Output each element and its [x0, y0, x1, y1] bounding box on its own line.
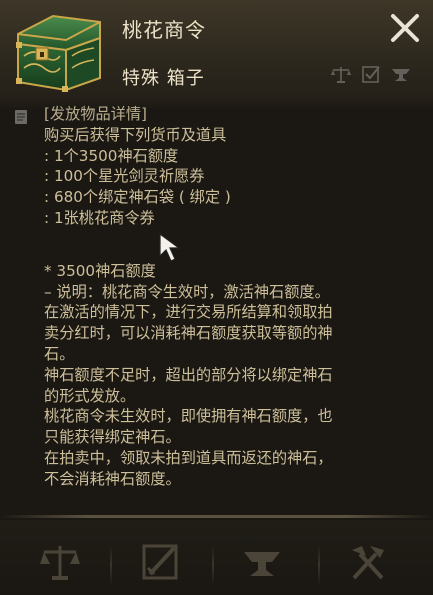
- divider: [0, 515, 433, 518]
- treasure-chest-icon: [8, 6, 108, 96]
- note-line: 在激活的情况下，进行交易所结算和领取拍: [44, 303, 333, 322]
- item-description: [发放物品详情] 购买后获得下列货币及道具 : 1个3500神石额度 : 100…: [44, 104, 419, 490]
- sword-check-icon[interactable]: [138, 540, 182, 584]
- note-line: 只能获得绑定神石。: [44, 428, 181, 447]
- note-line: 石。: [44, 344, 75, 363]
- action-separator: [212, 545, 214, 585]
- intro-text: 购买后获得下列货币及道具: [44, 125, 227, 144]
- reward-item: : 1个3500神石额度: [44, 146, 179, 165]
- header-action-icons: [330, 64, 412, 84]
- note-line: 不会消耗神石额度。: [44, 469, 181, 488]
- scale-icon[interactable]: [38, 540, 82, 584]
- section-header: [发放物品详情]: [44, 105, 147, 123]
- close-icon[interactable]: [385, 8, 425, 48]
- anvil-icon[interactable]: [390, 64, 412, 84]
- hammer-pick-icon[interactable]: [346, 540, 390, 584]
- note-line: 的形式发放。: [44, 386, 136, 405]
- action-separator: [318, 545, 320, 585]
- note-line: 在拍卖中，领取未拍到道具而返还的神石，: [44, 448, 333, 467]
- note-line: – 说明：桃花商令生效时，激活神石额度。: [44, 282, 330, 301]
- note-line: * 3500神石额度: [44, 261, 156, 280]
- mouse-cursor-icon: [158, 232, 186, 264]
- item-title: 桃花商令: [122, 18, 206, 42]
- note-line: 神石额度不足时，超出的部分将以绑定神石: [44, 365, 333, 384]
- reward-item: : 680个绑定神石袋 ( 绑定 ): [44, 188, 231, 207]
- note-line: 卖分红时，可以消耗神石额度获取等额的神: [44, 324, 333, 343]
- check-box-icon[interactable]: [360, 64, 382, 84]
- anvil-icon[interactable]: [240, 540, 284, 584]
- action-separator: [110, 545, 112, 585]
- note-line: 桃花商令未生效时，即使拥有神石额度，也: [44, 407, 333, 426]
- scale-icon[interactable]: [330, 64, 352, 84]
- reward-item: : 1张桃花商令券: [44, 208, 155, 227]
- scroll-icon: [12, 108, 30, 126]
- item-type: 特殊 箱子: [122, 68, 205, 89]
- reward-item: : 100个星光剑灵祈愿券: [44, 167, 205, 186]
